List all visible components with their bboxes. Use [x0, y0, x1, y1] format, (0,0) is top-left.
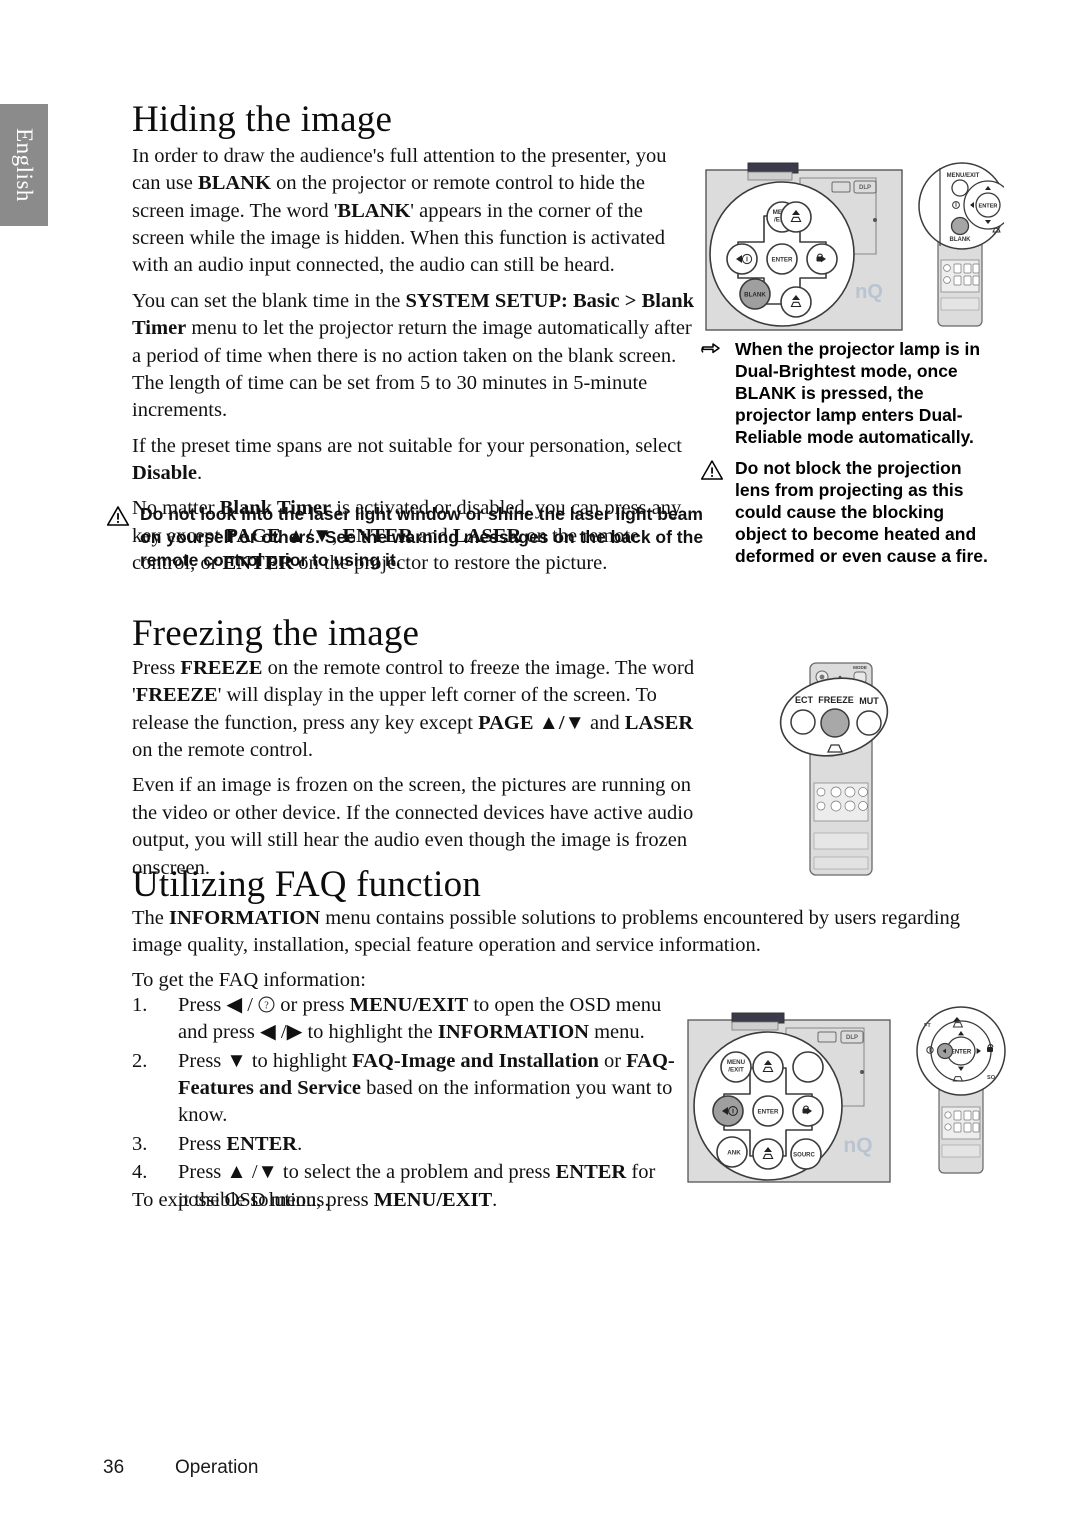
list-item: 3. Press ENTER.	[132, 1131, 692, 1158]
page-footer: 36 Operation	[103, 1457, 258, 1479]
svg-text:MENU/EXIT: MENU/EXIT	[947, 173, 980, 179]
freezing-body-text: Press FREEZE on the remote control to fr…	[132, 655, 698, 890]
illustration-remote-freeze: MODE ECT FREEZE MUT	[778, 655, 898, 885]
note-laser-warning-text: Do not look into the laser light window …	[140, 504, 704, 570]
svg-text:nQ: nQ	[843, 1134, 872, 1157]
illustration-remote-bottom: ENTER FT SO	[915, 1005, 1007, 1187]
note-do-not-block-lens: Do not block the projection lens from pr…	[700, 457, 1000, 567]
svg-text:MODE: MODE	[853, 665, 867, 670]
svg-text:SOURC: SOURC	[793, 1153, 815, 1159]
svg-text:DLP: DLP	[846, 1035, 858, 1041]
svg-text:/EXIT: /EXIT	[728, 1067, 744, 1074]
note-do-not-block-lens-text: Do not block the projection lens from pr…	[735, 458, 988, 567]
footer-section-label: Operation	[175, 1457, 259, 1478]
hiding-paragraph-2: You can set the blank time in the SYSTEM…	[132, 289, 695, 422]
illustration-projector-control-panel-top: DLP MENU /EXIT ENTER BLANK	[704, 158, 912, 336]
note-dual-brightest-text: When the projector lamp is in Dual-Brigh…	[735, 339, 981, 448]
svg-text:ENTER: ENTER	[772, 257, 794, 264]
section-title-freezing-the-image: Freezing the image	[132, 613, 420, 654]
manual-page: English Hiding the image In order to dra…	[0, 0, 1080, 1534]
faq-steps-list: 1. Press ◀ / ? or press MENU/EXIT to ope…	[132, 992, 692, 1215]
section-title-utilizing-faq-function: Utilizing FAQ function	[132, 864, 482, 905]
svg-text:ANK: ANK	[727, 1150, 741, 1157]
faq-closing-paragraph: To exit the OSD menu, press MENU/EXIT.	[132, 1189, 498, 1211]
faq-paragraph-1: The INFORMATION menu contains possible s…	[132, 907, 961, 957]
svg-text:FT: FT	[924, 1023, 931, 1029]
pointing-hand-icon	[700, 338, 726, 448]
svg-text:ENTER: ENTER	[758, 1109, 780, 1116]
note-laser-warning: Do not look into the laser light window …	[106, 503, 706, 571]
svg-text:ECT: ECT	[795, 695, 814, 705]
list-item: 2. Press ▼ to highlight FAQ-Image and In…	[132, 1048, 692, 1130]
svg-text:MUT: MUT	[859, 696, 879, 706]
step-text: Press ENTER.	[178, 1132, 303, 1155]
hiding-paragraph-3: If the preset time spans are not suitabl…	[132, 434, 682, 484]
step-number: 3.	[132, 1132, 148, 1155]
illustration-projector-control-panel-bottom: DLP MENU /EXIT ENTER ANK SOURC nQ	[686, 1008, 900, 1188]
language-tab-label: English	[12, 128, 37, 202]
faq-intro-text: The INFORMATION menu contains possible s…	[132, 905, 972, 1001]
freezing-paragraph-1: Press FREEZE on the remote control to fr…	[132, 657, 695, 762]
hiding-paragraph-1: In order to draw the audience's full att…	[132, 145, 667, 277]
svg-text:nQ: nQ	[855, 281, 883, 303]
footer-page-number: 36	[103, 1457, 125, 1478]
language-tab: English	[0, 104, 48, 226]
note-dual-brightest: When the projector lamp is in Dual-Brigh…	[700, 338, 1000, 448]
section-title-hiding-the-image: Hiding the image	[132, 99, 393, 140]
step-number: 2.	[132, 1049, 148, 1072]
svg-text:BLANK: BLANK	[744, 292, 766, 299]
help-question-icon: ?	[258, 996, 275, 1013]
svg-text:FREEZE: FREEZE	[818, 695, 854, 705]
faq-paragraph-2: To get the FAQ information:	[132, 968, 366, 991]
svg-text:ENTER: ENTER	[979, 204, 998, 210]
svg-text:?: ?	[264, 1000, 269, 1011]
svg-text:BLANK: BLANK	[950, 237, 972, 243]
faq-closing-text: To exit the OSD menu, press MENU/EXIT.	[132, 1187, 972, 1221]
svg-text:MENU: MENU	[727, 1059, 746, 1066]
illustration-remote-top: MENU/EXIT ENTER BLANK	[918, 160, 1004, 336]
step-number: 1.	[132, 994, 148, 1016]
warning-triangle-icon	[700, 457, 726, 567]
svg-text:ENTER: ENTER	[951, 1050, 972, 1056]
warning-triangle-icon	[106, 503, 132, 571]
svg-text:SO: SO	[987, 1075, 996, 1081]
svg-text:DLP: DLP	[859, 185, 871, 191]
list-item: 1. Press ◀ / ? or press MENU/EXIT to ope…	[132, 992, 692, 1047]
step-text: Press ▼ to highlight FAQ-Image and Insta…	[178, 1049, 675, 1127]
step-text: Press ◀ / ? or press MENU/EXIT to open t…	[178, 994, 662, 1044]
